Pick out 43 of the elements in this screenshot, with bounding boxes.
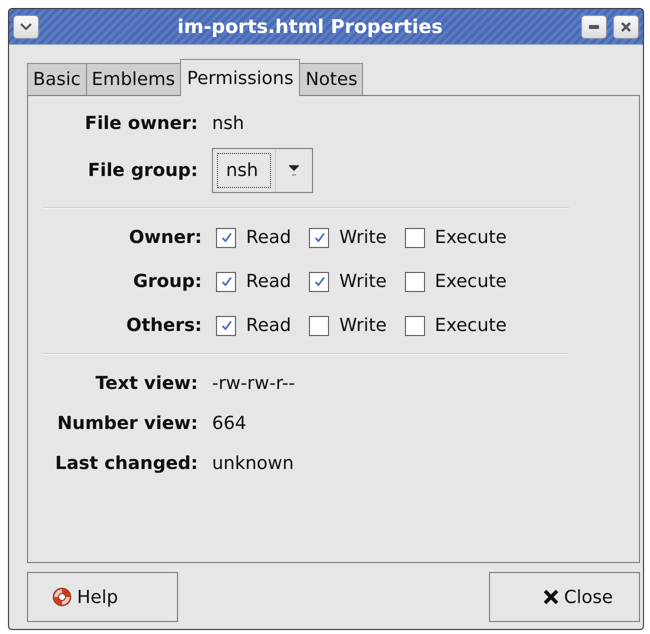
group-dropdown[interactable]: nsh xyxy=(212,148,314,193)
window-title: im-ports.html Properties xyxy=(176,16,444,38)
tab[interactable]: Notes xyxy=(299,63,364,95)
caret-down-icon xyxy=(289,164,300,176)
field-label: File owner: xyxy=(84,113,198,134)
close-icon xyxy=(542,589,559,605)
info-label: Text view: xyxy=(95,373,198,394)
tab[interactable]: Permissions xyxy=(180,59,300,96)
chevron-down-icon xyxy=(20,22,32,30)
close-button[interactable]: Close xyxy=(489,572,640,622)
close-button[interactable] xyxy=(613,14,639,38)
tab[interactable]: Emblems xyxy=(86,63,181,95)
check-icon xyxy=(220,232,232,243)
info-value: unknown xyxy=(212,453,294,474)
check-icon xyxy=(220,276,232,287)
permission-checkbox[interactable]: Execute xyxy=(404,271,507,292)
lifebuoy-icon xyxy=(52,587,72,607)
info-value: 664 xyxy=(212,413,246,434)
permission-label: Group: xyxy=(133,271,202,292)
check-icon xyxy=(220,320,232,331)
permission-checkbox[interactable]: Execute xyxy=(404,227,507,248)
minimize-button[interactable] xyxy=(581,14,607,38)
help-button[interactable]: Help xyxy=(27,572,178,622)
window-menu-button[interactable] xyxy=(13,14,39,38)
check-icon xyxy=(314,276,325,287)
permission-label: Owner: xyxy=(128,227,202,248)
permission-checkbox[interactable]: Write xyxy=(309,271,387,292)
permission-checkbox[interactable]: Write xyxy=(309,227,387,248)
permission-checkbox[interactable]: Write xyxy=(309,315,387,336)
permission-label: Others: xyxy=(126,315,202,336)
info-value: -rw-rw-r-- xyxy=(212,373,295,394)
field-value: nsh xyxy=(212,113,244,134)
permission-checkbox[interactable]: Read xyxy=(216,315,292,336)
info-label: Number view: xyxy=(57,413,198,434)
check-icon xyxy=(314,232,325,243)
info-label: Last changed: xyxy=(55,453,198,474)
tab[interactable]: Basic xyxy=(27,63,87,95)
permission-checkbox[interactable]: Read xyxy=(216,227,292,248)
permission-checkbox[interactable]: Read xyxy=(216,271,292,292)
permission-checkbox[interactable]: Execute xyxy=(404,315,507,336)
minimize-icon xyxy=(589,24,599,28)
field-label: File group: xyxy=(88,160,198,181)
close-icon xyxy=(621,22,631,32)
